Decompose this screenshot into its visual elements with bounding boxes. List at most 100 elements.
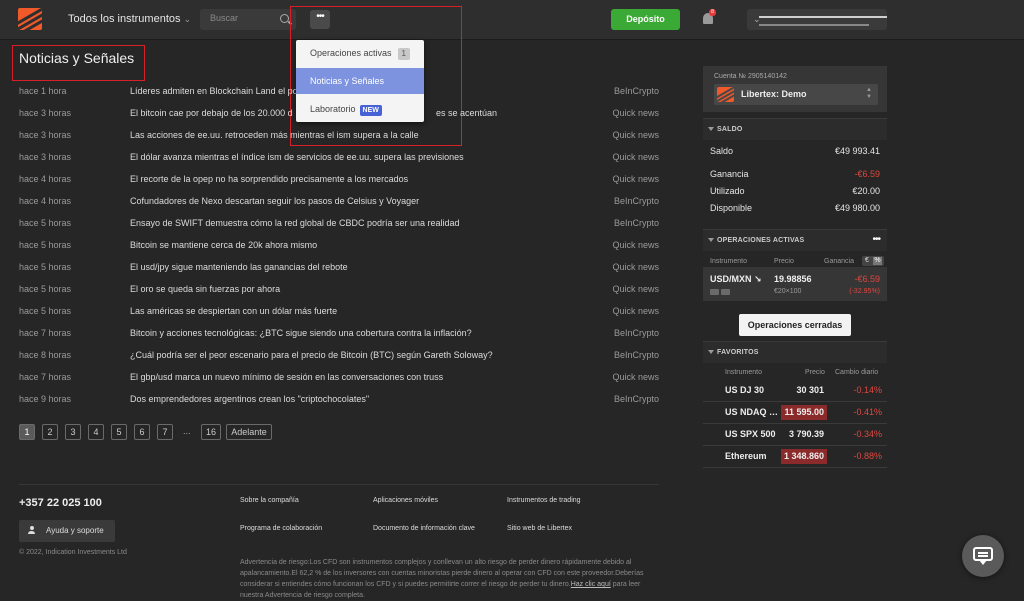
more-options-icon[interactable]: ••• <box>872 234 880 245</box>
favorite-change: -0.88% <box>853 451 882 461</box>
news-time: hace 9 horas <box>19 394 72 404</box>
closed-operations-button[interactable]: Operaciones cerradas <box>739 314 851 336</box>
news-source: Quick news <box>612 240 659 250</box>
account-menu[interactable]: ⌄ <box>747 9 887 30</box>
news-headline[interactable]: El dólar avanza mientras el índice ism d… <box>130 152 464 162</box>
operation-gain-pct: (-32.95%) <box>849 288 880 295</box>
footer-link-about[interactable]: Sobre la compañía <box>240 497 299 504</box>
phone-number[interactable]: +357 22 025 100 <box>19 497 102 509</box>
col-instrument: Instrumento <box>710 258 747 265</box>
updown-arrow-icon: ▲ ▼ <box>866 87 872 100</box>
news-row[interactable]: hace 3 horas El dólar avanza mientras el … <box>19 146 659 168</box>
news-row[interactable]: hace 5 horas Bitcoin se mantiene cerca de… <box>19 234 659 256</box>
balance-section-header[interactable]: SALDO <box>703 118 887 140</box>
page-button[interactable]: 4 <box>88 424 104 440</box>
news-headline[interactable]: Ensayo de SWIFT demuestra cómo la red gl… <box>130 218 460 228</box>
news-headline[interactable]: ¿Cuál podría ser el peor escenario para … <box>130 350 493 360</box>
news-row[interactable]: hace 5 horas Las américas se despiertan c… <box>19 300 659 322</box>
bell-icon[interactable]: 8 <box>703 9 716 24</box>
favorites-section-header[interactable]: FAVORITOS <box>703 341 887 363</box>
libertex-logo-icon[interactable] <box>18 8 42 30</box>
help-support-button[interactable]: Ayuda y soporte <box>19 520 115 542</box>
account-selector[interactable]: Libertex: Demo ▲ ▼ <box>714 84 878 105</box>
news-headline[interactable]: Líderes admiten en Blockchain Land el po… <box>130 86 300 96</box>
favorite-row[interactable]: Ethereum 1 348.860 -0.88% <box>703 446 887 468</box>
footer-link-partnership[interactable]: Programa de colaboración <box>240 525 322 532</box>
news-headline[interactable]: Las acciones de ee.uu. retroceden más mi… <box>130 130 419 140</box>
currency-toggle[interactable]: €% <box>862 256 884 266</box>
news-row[interactable]: hace 4 horas El recorte de la opep no ha … <box>19 168 659 190</box>
used-row: Utilizado €20.00 <box>703 186 887 200</box>
news-row[interactable]: hace 7 horas Bitcoin y acciones tecnológi… <box>19 322 659 344</box>
next-page-button[interactable]: Adelante <box>226 424 272 440</box>
chat-button[interactable] <box>962 535 1004 577</box>
news-time: hace 5 horas <box>19 306 72 316</box>
operation-size: €20×100 <box>774 288 802 295</box>
menu-item-news-signals[interactable]: Noticias y Señales <box>296 68 424 94</box>
news-row[interactable]: hace 8 horas ¿Cuál podría ser el peor esc… <box>19 344 659 366</box>
deposit-button[interactable]: Depósito <box>611 9 680 30</box>
news-headline[interactable]: Dos emprendedores argentinos crean los "… <box>130 394 369 404</box>
page-button[interactable]: 6 <box>134 424 150 440</box>
news-headline[interactable]: El bitcoin cae por debajo de los 20.000 … <box>130 108 293 118</box>
news-headline[interactable]: El recorte de la opep no ha sorprendido … <box>130 174 408 184</box>
news-time: hace 8 horas <box>19 350 72 360</box>
news-row[interactable]: hace 5 horas El usd/jpy sigue manteniendo… <box>19 256 659 278</box>
favorite-change: -0.41% <box>853 407 882 417</box>
news-headline[interactable]: El gbp/usd marca un nuevo mínimo de sesi… <box>130 372 443 382</box>
page-button[interactable]: 5 <box>111 424 127 440</box>
news-source: BeInCrypto <box>613 350 659 360</box>
news-row[interactable]: hace 3 horas Las acciones de ee.uu. retro… <box>19 124 659 146</box>
news-row[interactable]: hace 4 horas Cofundadores de Nexo descart… <box>19 190 659 212</box>
new-badge: NEW <box>359 105 382 116</box>
toggle-eur[interactable]: € <box>865 257 869 264</box>
page-button[interactable]: 3 <box>65 424 81 440</box>
footer-divider <box>19 484 659 485</box>
page-button[interactable]: 1 <box>19 424 35 440</box>
menu-item-active-operations[interactable]: Operaciones activas 1 <box>296 40 424 66</box>
news-headline-tail[interactable]: es se acentúan <box>436 108 497 118</box>
news-time: hace 1 hora <box>19 86 67 96</box>
page-button[interactable]: 2 <box>42 424 58 440</box>
available-label: Disponible <box>710 203 753 213</box>
search-input[interactable] <box>210 13 276 23</box>
news-row[interactable]: hace 5 horas El oro se queda sin fuerzas … <box>19 278 659 300</box>
news-headline[interactable]: El usd/jpy sigue manteniendo las gananci… <box>130 262 348 272</box>
instruments-label: Todos los instrumentos <box>68 13 181 25</box>
favorite-change: -0.14% <box>853 385 882 395</box>
news-row[interactable]: hace 9 horas Dos emprendedores argentinos… <box>19 388 659 410</box>
menu-item-laboratory[interactable]: Laboratorio NEW <box>296 96 424 122</box>
chat-icon <box>973 547 993 565</box>
search-icon[interactable] <box>280 14 289 23</box>
favorite-row[interactable]: US NDAQ 1... 11 595.00 -0.41% <box>703 402 887 424</box>
news-source: BeInCrypto <box>613 394 659 404</box>
favorite-row[interactable]: US SPX 500 3 790.39 -0.34% <box>703 424 887 446</box>
favorite-name: Ethereum <box>725 451 767 461</box>
favorite-row[interactable]: US DJ 30 30 301 -0.14% <box>703 380 887 402</box>
instruments-dropdown[interactable]: Todos los instrumentos ⌄ <box>68 13 191 25</box>
footer-link-trading-instruments[interactable]: Instrumentos de trading <box>507 497 581 504</box>
news-row[interactable]: hace 5 horas Ensayo de SWIFT demuestra có… <box>19 212 659 234</box>
news-headline[interactable]: Bitcoin se mantiene cerca de 20k ahora m… <box>130 240 317 250</box>
footer-link-mobile-apps[interactable]: Aplicaciones móviles <box>373 497 438 504</box>
page-button[interactable]: 7 <box>157 424 173 440</box>
footer-link-key-info[interactable]: Documento de información clave <box>373 525 475 532</box>
news-headline[interactable]: Cofundadores de Nexo descartan seguir lo… <box>130 196 419 206</box>
available-row: Disponible €49 980.00 <box>703 203 887 217</box>
active-ops-section-header[interactable]: OPERACIONES ACTIVAS ••• <box>703 229 887 251</box>
col-gain: Ganancia <box>824 258 854 265</box>
search-box[interactable] <box>200 9 296 30</box>
active-operation-row[interactable]: USD/MXN ↘ 19.98856 €20×100 -€6.59 (-32.9… <box>703 267 887 301</box>
news-source: BeInCrypto <box>613 328 659 338</box>
page-button-last[interactable]: 16 <box>201 424 221 440</box>
toggle-percent[interactable]: % <box>873 257 882 265</box>
footer-link-website[interactable]: Sitio web de Libertex <box>507 525 572 532</box>
count-badge: 1 <box>397 48 410 60</box>
favorite-change: -0.34% <box>853 429 882 439</box>
news-headline[interactable]: Bitcoin y acciones tecnológicas: ¿BTC si… <box>130 328 472 338</box>
news-headline[interactable]: El oro se queda sin fuerzas por ahora <box>130 284 280 294</box>
news-row[interactable]: hace 7 horas El gbp/usd marca un nuevo mí… <box>19 366 659 388</box>
risk-link[interactable]: Haz clic aquí <box>571 581 611 588</box>
news-headline[interactable]: Las américas se despiertan con un dólar … <box>130 306 337 316</box>
fav-col-instrument: Instrumento <box>725 369 762 376</box>
